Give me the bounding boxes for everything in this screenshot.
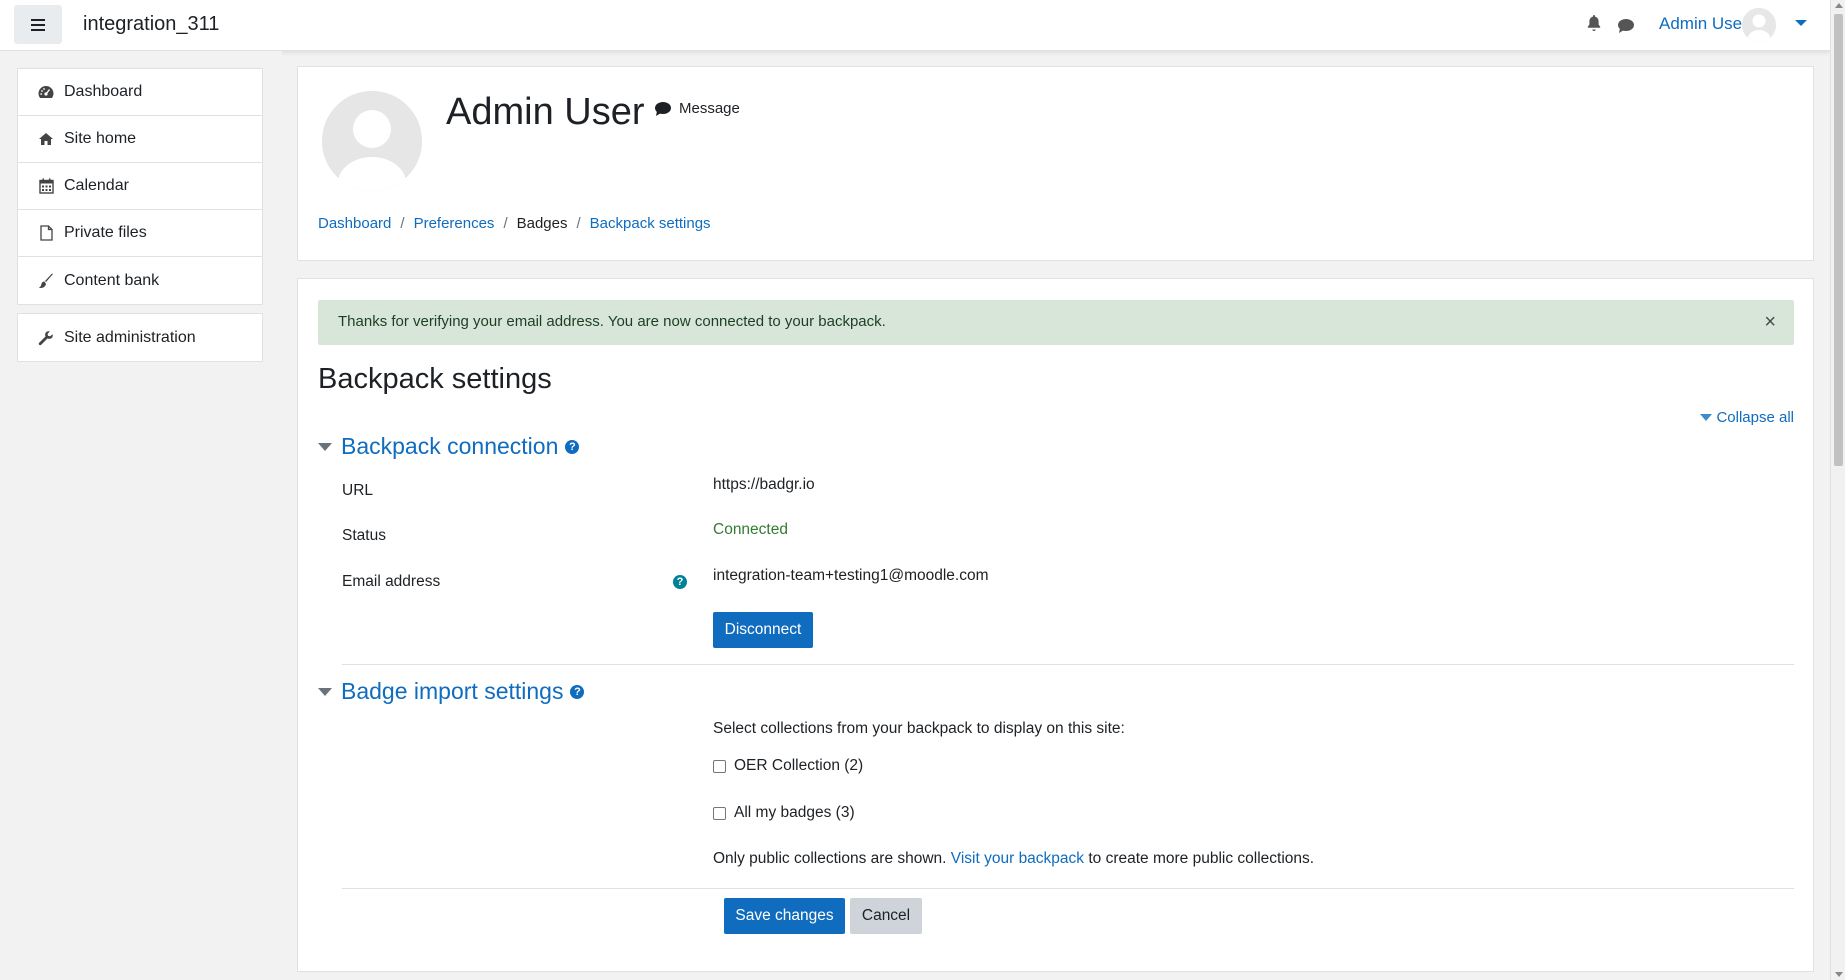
collections-intro: Select collections from your backpack to… (713, 720, 1125, 737)
collection-checkbox-row[interactable]: OER Collection (2) (713, 757, 863, 775)
save-changes-button[interactable]: Save changes (724, 898, 845, 934)
sidebar-item-label: Private files (64, 224, 147, 241)
note-text: Only public collections are shown. (713, 850, 947, 867)
page-title: Backpack settings (318, 363, 552, 395)
sidebar-item-site-home[interactable]: Site home (18, 116, 262, 163)
scroll-down-arrow-icon[interactable] (1835, 972, 1843, 977)
section-title[interactable]: Badge import settings (341, 678, 563, 705)
notifications-bell-icon[interactable] (1587, 15, 1601, 36)
brush-icon (38, 273, 54, 289)
email-value: integration-team+testing1@moodle.com (713, 567, 989, 584)
email-label: Email address (342, 573, 441, 590)
profile-avatar (322, 91, 422, 191)
nav-drawer: Dashboard Site home Calendar Private fil… (0, 51, 282, 980)
breadcrumb-separator: / (503, 215, 508, 232)
hamburger-icon (31, 18, 45, 31)
sidebar-item-label: Content bank (64, 271, 160, 289)
status-label: Status (342, 527, 386, 544)
section-badge-import-header[interactable]: Badge import settings ? (318, 678, 585, 705)
note-text: to create more public collections. (1088, 850, 1315, 867)
section-backpack-connection-header[interactable]: Backpack connection ? (318, 433, 580, 460)
collapse-all-label: Collapse all (1716, 409, 1794, 426)
sidebar-item-content-bank[interactable]: Content bank (18, 257, 262, 304)
wrench-icon (38, 330, 54, 346)
public-collections-note: Only public collections are shown. Visit… (713, 850, 1314, 868)
home-icon (38, 131, 54, 147)
nav-drawer-admin-group: Site administration (17, 313, 263, 362)
sidebar-item-dashboard[interactable]: Dashboard (18, 69, 262, 116)
user-avatar[interactable] (1742, 8, 1776, 42)
message-button[interactable]: Message (655, 100, 740, 117)
breadcrumb-preferences[interactable]: Preferences (414, 215, 495, 232)
dashboard-icon (38, 84, 54, 100)
email-help-icon[interactable]: ? (673, 575, 687, 589)
help-icon[interactable]: ? (565, 439, 580, 454)
messages-chat-icon[interactable] (1618, 17, 1634, 38)
section-toggle-caret-icon[interactable] (318, 442, 332, 451)
main-content: Thanks for verifying your email address.… (297, 278, 1814, 972)
nav-drawer-main-group: Dashboard Site home Calendar Private fil… (17, 68, 263, 305)
sidebar-item-label: Site administration (64, 328, 196, 346)
disconnect-button[interactable]: Disconnect (713, 612, 813, 648)
section-divider (342, 664, 1794, 665)
breadcrumb-separator: / (400, 215, 405, 232)
calendar-icon (38, 178, 54, 194)
sidebar-item-site-administration[interactable]: Site administration (18, 314, 262, 361)
user-menu-name[interactable]: Admin User (1659, 14, 1748, 34)
chevron-down-icon[interactable] (1795, 20, 1807, 26)
url-label: URL (342, 482, 374, 499)
sidebar-item-label: Calendar (64, 177, 129, 194)
breadcrumb-badges: Badges (516, 215, 568, 232)
scroll-up-arrow-icon[interactable] (1835, 3, 1843, 8)
site-name[interactable]: integration_311 (83, 13, 219, 36)
page-scrollbar[interactable] (1830, 0, 1845, 980)
success-alert: Thanks for verifying your email address.… (318, 300, 1794, 345)
url-value: https://badgr.io (713, 476, 815, 493)
collection-label[interactable]: All my badges (3) (734, 804, 855, 822)
collection-checkbox[interactable] (713, 759, 726, 773)
top-navbar: integration_311 Admin User (0, 0, 1830, 51)
file-icon (38, 225, 54, 241)
form-divider (342, 888, 1794, 889)
collapse-all-link[interactable]: Collapse all (1700, 409, 1794, 426)
sidebar-item-calendar[interactable]: Calendar (18, 163, 262, 210)
sidebar-item-private-files[interactable]: Private files (18, 210, 262, 257)
breadcrumb: Dashboard / Preferences / Badges / Backp… (318, 215, 711, 232)
section-toggle-caret-icon[interactable] (318, 687, 332, 696)
collection-label[interactable]: OER Collection (2) (734, 757, 863, 775)
breadcrumb-backpack-settings[interactable]: Backpack settings (590, 215, 711, 232)
status-value: Connected (713, 521, 788, 538)
caret-down-icon (1700, 414, 1713, 421)
cancel-button[interactable]: Cancel (850, 898, 922, 934)
collection-checkbox-row[interactable]: All my badges (3) (713, 804, 855, 822)
alert-message: Thanks for verifying your email address.… (338, 313, 886, 330)
visit-backpack-link[interactable]: Visit your backpack (951, 850, 1084, 867)
sidebar-item-label: Site home (64, 130, 137, 147)
drawer-toggle-button[interactable] (14, 5, 62, 44)
breadcrumb-separator: / (576, 215, 581, 232)
page-header: Admin User Message Dashboard / Preferenc… (297, 66, 1814, 261)
collection-checkbox[interactable] (713, 806, 726, 820)
scrollbar-thumb[interactable] (1834, 14, 1843, 466)
breadcrumb-dashboard[interactable]: Dashboard (318, 215, 391, 232)
message-button-label: Message (679, 100, 740, 117)
sidebar-item-label: Dashboard (64, 83, 143, 100)
section-title[interactable]: Backpack connection (341, 433, 558, 460)
page-title-user: Admin User (446, 91, 645, 133)
close-icon[interactable]: × (1764, 312, 1776, 332)
chat-bubble-icon (655, 101, 671, 116)
help-icon[interactable]: ? (570, 684, 585, 699)
